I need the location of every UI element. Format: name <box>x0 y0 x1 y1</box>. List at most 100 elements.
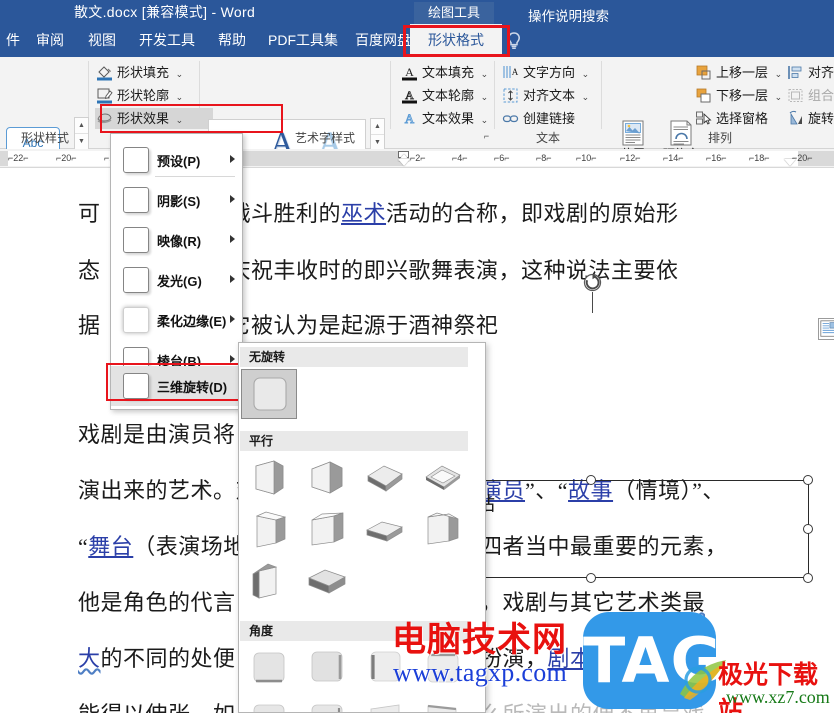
resize-handle-top-center[interactable] <box>586 475 596 485</box>
chevron-down-icon[interactable]: ⌄ <box>481 115 489 125</box>
menu-item-preview-thumb <box>123 373 149 399</box>
group-separator <box>390 61 391 129</box>
text-effects-button[interactable]: A 文本效果 ⌄ <box>400 108 488 129</box>
chevron-down-icon[interactable]: ⌄ <box>176 115 184 125</box>
menu-item-preview-thumb <box>123 187 149 213</box>
ribbon-tab-6[interactable]: 百度网盘 <box>348 24 418 57</box>
document-line: 能得以伸张，如 <box>78 697 236 713</box>
rotation-preset-thumb-icon <box>306 648 348 693</box>
rotation-preset-11[interactable] <box>241 643 297 693</box>
menu-item-1[interactable]: 阴影(S) <box>111 180 244 220</box>
menu-item-2[interactable]: 映像(R) <box>111 220 244 260</box>
bring-forward-icon <box>695 64 712 81</box>
chevron-down-icon[interactable]: ⌄ <box>775 69 783 79</box>
send-backward-button[interactable]: 下移一层 ⌄ <box>694 85 782 106</box>
ribbon-tab-5[interactable]: PDF工具集 <box>262 24 340 57</box>
align-text-label: 对齐文本 <box>523 88 576 103</box>
rotation-preset-6[interactable] <box>299 505 355 555</box>
rotation-preset-12[interactable] <box>299 643 355 693</box>
menu-item-label: 阴影(S) <box>157 194 201 209</box>
rotation-preset-0[interactable] <box>241 369 297 419</box>
document-hyperlink[interactable]: 舞台 <box>88 534 133 559</box>
layout-options-button[interactable] <box>818 318 834 340</box>
rotation-preset-3[interactable] <box>357 453 413 503</box>
rotation-preset-thumb-icon <box>306 562 348 607</box>
chevron-down-icon[interactable]: ⌄ <box>582 92 590 102</box>
selection-pane-button[interactable]: 选择窗格 <box>694 108 768 129</box>
chevron-down-icon[interactable]: ⌄ <box>481 69 489 79</box>
submenu-arrow-icon <box>230 155 235 163</box>
shape-fill-button[interactable]: 形状填充 ⌄ <box>95 62 183 83</box>
resize-handle-bottom-center[interactable] <box>586 573 596 583</box>
group-objects-button[interactable]: 组合 <box>786 85 834 106</box>
ribbon-tab-1[interactable]: 审阅 <box>28 24 72 57</box>
document-hyperlink[interactable]: 巫术 <box>341 201 386 226</box>
ribbon-tab-3[interactable]: 开发工具 <box>132 24 202 57</box>
shape-outline-label: 形状轮廓 <box>117 88 170 103</box>
resize-handle-bottom-right[interactable] <box>803 573 813 583</box>
menu-item-preview-thumb <box>123 147 149 173</box>
ribbon-tab-7[interactable]: 形状格式 <box>410 24 502 57</box>
create-link-button[interactable]: 创建链接 <box>501 108 575 129</box>
chevron-down-icon[interactable]: ⌄ <box>176 69 184 79</box>
resize-handle-middle-right[interactable] <box>803 524 813 534</box>
right-indent-marker[interactable] <box>784 159 796 166</box>
shape-effects-button[interactable]: 形状效果 ⌄ <box>95 108 213 129</box>
lightbulb-icon[interactable] <box>505 31 523 51</box>
left-indent-marker[interactable] <box>398 159 410 166</box>
ribbon-tab-4[interactable]: 帮助 <box>210 24 254 57</box>
rotation-preset-2[interactable] <box>299 453 355 503</box>
document-line: 他是角色的代言 <box>78 585 236 617</box>
ruler-tick: ⌐14⌐ <box>663 153 684 163</box>
chevron-down-icon[interactable]: ⌄ <box>481 92 489 102</box>
text-outline-button[interactable]: A 文本轮廓 ⌄ <box>400 85 488 106</box>
rotate-objects-label: 旋转 <box>808 111 834 126</box>
rotation-preset-17[interactable] <box>357 695 413 712</box>
resize-handle-top-right[interactable] <box>803 475 813 485</box>
rotation-preset-15[interactable] <box>241 695 297 712</box>
ribbon-tab-0[interactable]: 件 <box>0 24 26 57</box>
rotation-preset-7[interactable] <box>357 505 413 555</box>
group-label-text: 文本 <box>535 131 560 145</box>
rotation-preset-5[interactable] <box>241 505 297 555</box>
align-objects-button[interactable]: 对齐 <box>786 62 834 83</box>
paint-bucket-icon <box>96 64 113 81</box>
shape-effects-dropdown-menu[interactable]: 预设(P) 阴影(S) 映像(R) 发光(G) 柔化边缘(E) 棱台(B) 三维旋转(D) <box>110 133 244 410</box>
rotation-preset-4[interactable] <box>415 453 471 503</box>
rotate-objects-button[interactable]: 旋转 <box>786 108 834 129</box>
wordart-dialog-launcher-icon[interactable]: ⌐ <box>481 131 492 142</box>
ribbon-tab-2[interactable]: 视图 <box>80 24 124 57</box>
document-text-span: 演出来的艺术。对 <box>78 478 259 503</box>
menu-item-preview-thumb <box>123 267 149 293</box>
rotation-preset-thumb-icon <box>422 700 464 712</box>
rotation-preset-8[interactable] <box>415 505 471 555</box>
document-hyperlink[interactable]: 大 <box>78 646 101 673</box>
rotation-preset-9[interactable] <box>241 557 297 607</box>
document-text-span: 或庆祝丰收时的即兴歌舞表演，这种说法主要依 <box>206 258 679 283</box>
chevron-down-icon[interactable]: ⌄ <box>176 92 184 102</box>
shape-outline-button[interactable]: 形状轮廓 ⌄ <box>95 85 183 106</box>
bring-forward-button[interactable]: 上移一层 ⌄ <box>694 62 782 83</box>
rotation-preset-10[interactable] <box>299 557 355 607</box>
menu-item-label: 映像(R) <box>157 234 202 249</box>
tell-me-search-label[interactable]: 操作说明搜索 <box>528 0 609 33</box>
text-direction-button[interactable]: A 文字方向 ⌄ <box>501 62 589 83</box>
gallery-section-header-0: 无旋转 <box>240 347 468 367</box>
menu-item-6[interactable]: 三维旋转(D) <box>111 366 244 406</box>
align-text-button[interactable]: 对齐文本 ⌄ <box>501 85 589 106</box>
ruler-tick: ⌐8⌐ <box>536 153 552 163</box>
send-backward-label: 下移一层 <box>716 88 769 103</box>
rotate-handle-icon[interactable] <box>582 272 603 293</box>
text-fill-button[interactable]: A 文本填充 ⌄ <box>400 62 488 83</box>
menu-item-0[interactable]: 预设(P) <box>111 140 244 180</box>
chevron-down-icon[interactable]: ⌄ <box>775 92 783 102</box>
ribbon-tab-row: 件审阅 视图 开发工具 帮助 PDF工具集 百度网盘 形状格式 <box>0 24 834 57</box>
rotation-preset-16[interactable] <box>299 695 355 712</box>
menu-item-4[interactable]: 柔化边缘(E) <box>111 300 244 340</box>
rotation-preset-1[interactable] <box>241 453 297 503</box>
shape-fill-label: 形状填充 <box>117 65 170 80</box>
rotation-preset-18[interactable] <box>415 695 471 712</box>
menu-item-3[interactable]: 发光(G) <box>111 260 244 300</box>
chevron-down-icon[interactable]: ⌄ <box>582 69 590 79</box>
menu-item-preview-thumb <box>123 307 149 333</box>
